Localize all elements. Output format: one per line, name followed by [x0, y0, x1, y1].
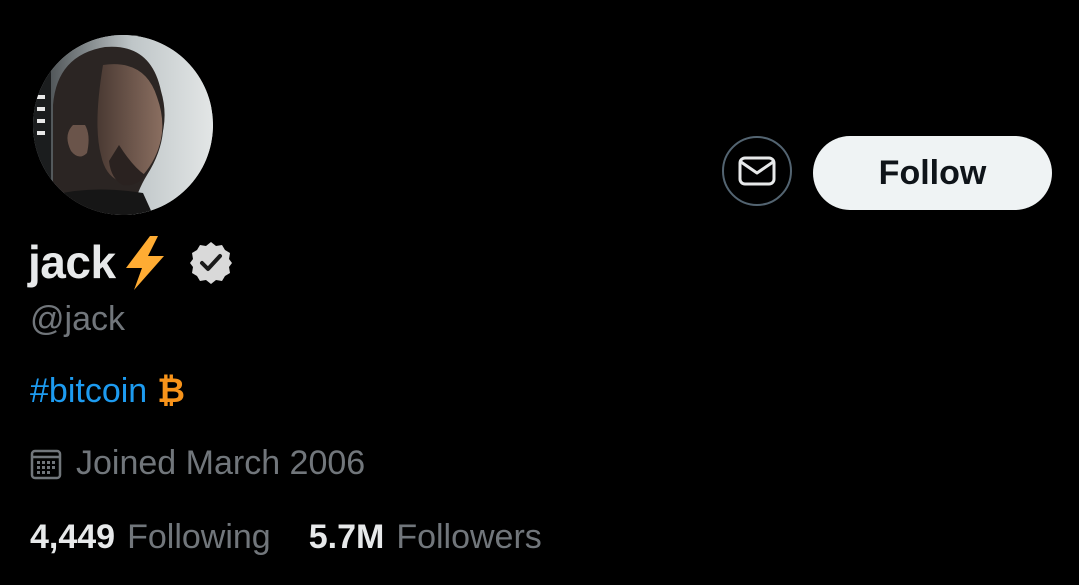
profile-stats: 4,449 Following 5.7M Followers [30, 518, 542, 557]
display-name: jack [28, 236, 116, 288]
avatar[interactable] [33, 35, 213, 215]
message-button[interactable] [722, 136, 792, 206]
calendar-icon [30, 449, 62, 479]
following-label: Following [127, 518, 271, 556]
following-count: 4,449 [30, 518, 116, 556]
bio-hashtag-link[interactable]: #bitcoin [30, 372, 147, 411]
verified-badge-icon[interactable] [188, 240, 234, 286]
profile-handle: @jack [30, 300, 125, 338]
followers-label: Followers [396, 518, 542, 556]
following-link[interactable]: 4,449 Following [30, 518, 271, 557]
envelope-icon [738, 156, 776, 186]
bitcoin-icon: ₿ [157, 372, 185, 410]
followers-link[interactable]: 5.7M Followers [309, 518, 542, 557]
followers-count: 5.7M [308, 518, 385, 556]
joined-date-text: Joined March 2006 [76, 444, 366, 482]
profile-joined: Joined March 2006 [30, 444, 365, 483]
profile-name-row: jack [28, 230, 234, 294]
avatar-photo [33, 35, 213, 215]
follow-button[interactable]: Follow [813, 136, 1052, 210]
profile-bio: #bitcoin ₿ [30, 372, 185, 411]
lightning-bolt-emoji-icon [125, 236, 164, 290]
